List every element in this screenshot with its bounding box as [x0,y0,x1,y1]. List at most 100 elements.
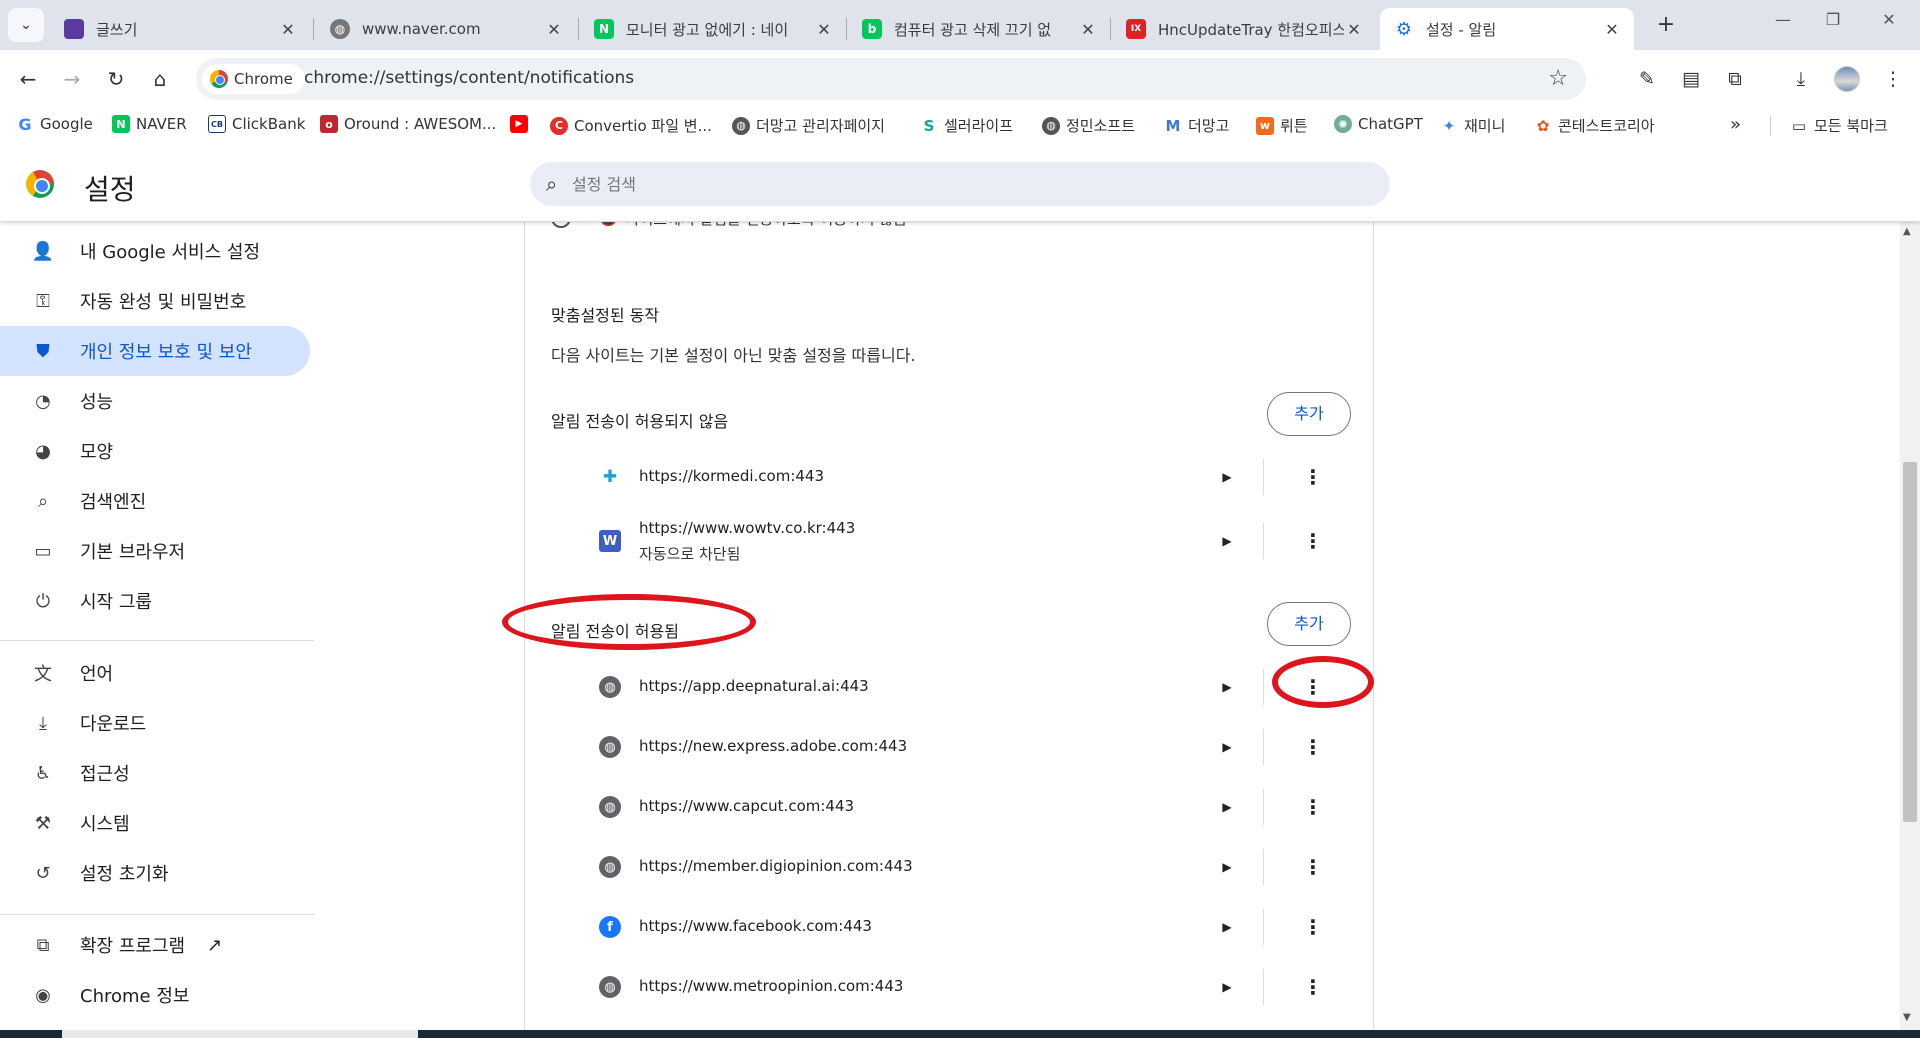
more-actions-icon[interactable]: ⋮ [1297,911,1329,943]
taskbar-active-app[interactable] [62,1030,418,1038]
more-actions-icon[interactable]: ⋮ [1297,731,1329,763]
site-row-allowed[interactable]: ◍ https://www.metroopinion.com:443 ▶ ⋮ [525,958,1373,1016]
chevron-right-icon[interactable]: ▶ [1217,917,1237,937]
sidebar-item-about-chrome[interactable]: ◉ Chrome 정보 [0,970,310,1020]
close-icon[interactable]: ✕ [544,20,564,39]
close-window-button[interactable]: ✕ [1866,10,1912,38]
scrollbar-thumb[interactable] [1903,462,1917,822]
sidebar-item-extensions[interactable]: ⧉ 확장 프로그램 ↗ [0,920,310,970]
chevron-right-icon[interactable]: ▶ [1217,977,1237,997]
star-icon[interactable]: ☆ [1548,66,1568,91]
more-actions-icon[interactable]: ⋮ [1297,791,1329,823]
reading-list-icon[interactable]: ▤ [1676,64,1706,94]
site-row-blocked[interactable]: ✚ https://kormedi.com:443 ▶ ⋮ [525,448,1373,506]
sidebar-item-on-startup[interactable]: ⏻ 시작 그룹 [0,576,310,626]
site-row-allowed[interactable]: ◍ https://app.deepnatural.ai:443 ▶ ⋮ [525,658,1373,716]
bookmark-jeongminsoft[interactable]: ◍ 정민소프트 [1042,115,1135,136]
address-bar[interactable]: Chrome chrome://settings/content/notific… [196,58,1586,100]
more-actions-icon[interactable]: ⋮ [1297,461,1329,493]
sidebar-item-search-engine[interactable]: ⌕ 검색엔진 [0,476,310,526]
all-bookmarks-button[interactable]: ▭ 모든 북마크 [1790,115,1888,136]
add-blocked-site-button[interactable]: 추가 [1267,392,1351,436]
extensions-icon[interactable]: ⧉ [1720,64,1750,94]
site-row-allowed[interactable]: ◍ https://member.digiopinion.com:443 ▶ ⋮ [525,838,1373,896]
home-button[interactable]: ⌂ [144,64,176,96]
tab-5-active[interactable]: ⚙ 설정 - 알림 ✕ [1380,8,1634,50]
sidebar-item-system[interactable]: ⚒ 시스템 [0,798,310,848]
site-info-chip[interactable]: Chrome [202,64,305,94]
kormedi-icon: ✚ [602,467,618,487]
close-icon[interactable]: ✕ [1344,20,1364,39]
more-actions-icon[interactable]: ⋮ [1297,525,1329,557]
site-row-allowed[interactable]: ◍ https://www.capcut.com:443 ▶ ⋮ [525,778,1373,836]
chevron-right-icon[interactable]: ▶ [1217,857,1237,877]
url-text[interactable]: chrome://settings/content/notifications [304,68,634,88]
sidebar-item-reset[interactable]: ↺ 설정 초기화 [0,848,310,898]
bookmark-clickbank[interactable]: CB ClickBank [208,115,305,133]
scroll-up-icon[interactable]: ▲ [1903,226,1911,237]
tab-2[interactable]: N 모니터 광고 없에기 : 네이 ✕ [580,8,846,50]
restore-button[interactable]: ❐ [1810,10,1856,38]
search-input[interactable] [572,172,1352,196]
close-icon[interactable]: ✕ [1602,20,1622,39]
bookmark-themango-admin[interactable]: ◍ 더망고 관리자페이지 [732,115,885,136]
pen-icon[interactable]: ✎ [1632,64,1662,94]
sidebar-item-accessibility[interactable]: ♿ 접근성 [0,748,310,798]
minimize-button[interactable]: — [1760,10,1806,38]
more-vert-icon[interactable]: ⋮ [1878,64,1908,94]
bookmark-google[interactable]: G Google [16,115,92,134]
site-row-blocked[interactable]: W https://www.wowtv.co.kr:443 자동으로 차단됨 ▶… [525,506,1373,576]
bookmark-naver[interactable]: N NAVER [112,115,187,133]
scroll-down-icon[interactable]: ▼ [1903,1012,1911,1023]
sidebar-item-autofill[interactable]: ⚿ 자동 완성 및 비밀번호 [0,276,310,326]
chevron-right-icon[interactable]: ▶ [1217,677,1237,697]
new-tab-button[interactable]: + [1652,12,1680,40]
contestkorea-icon: ✿ [1536,116,1550,135]
tab-3[interactable]: b 컴퓨터 광고 삭제 끄기 없 ✕ [848,8,1110,50]
more-actions-icon[interactable]: ⋮ [1297,971,1329,1003]
bookmark-wrtn[interactable]: w 뤼튼 [1256,115,1308,136]
tab-4[interactable]: IX HncUpdateTray 한컴오피스 ✕ [1112,8,1376,50]
sidebar-item-performance[interactable]: ◔ 성능 [0,376,310,426]
bookmark-oround[interactable]: o Oround : AWESOM... [320,115,496,133]
site-row-allowed[interactable]: ◍ https://new.express.adobe.com:443 ▶ ⋮ [525,718,1373,776]
bookmark-convertio[interactable]: C Convertio 파일 변... [550,115,712,136]
chevron-right-icon[interactable]: ▶ [1217,737,1237,757]
site-url: https://www.metroopinion.com:443 [639,977,904,995]
bookmark-chatgpt[interactable]: ✺ ChatGPT [1334,115,1423,133]
chevron-right-icon[interactable]: ▶ [1217,467,1237,487]
more-bookmarks-button[interactable]: » [1730,114,1741,135]
forward-button[interactable]: → [56,64,88,96]
tab-search-button[interactable]: ⌄ [8,8,44,42]
avatar[interactable] [1834,66,1860,92]
sidebar-item-default-browser[interactable]: ▭ 기본 브라우저 [0,526,310,576]
chevron-right-icon[interactable]: ▶ [1217,531,1237,551]
tab-title: HncUpdateTray 한컴오피스 [1158,20,1344,39]
close-icon[interactable]: ✕ [814,20,834,39]
sidebar-item-downloads[interactable]: ⤓ 다운로드 [0,698,310,748]
bookmark-contestkorea[interactable]: ✿ 콘테스트코리아 [1534,115,1655,136]
download-icon[interactable]: ⤓ [1786,64,1816,94]
sidebar-item-privacy[interactable]: ⛊ 개인 정보 보호 및 보안 [0,326,310,376]
bookmark-youtube[interactable]: ▶ [510,115,534,133]
tab-1[interactable]: ◍ www.naver.com ✕ [316,8,576,50]
settings-search[interactable]: ⌕ [530,162,1390,206]
bookmark-themango[interactable]: M 더망고 [1164,115,1230,136]
chevron-right-icon[interactable]: ▶ [1217,797,1237,817]
add-allowed-site-button[interactable]: 추가 [1267,602,1351,646]
site-row-allowed[interactable]: f https://www.facebook.com:443 ▶ ⋮ [525,898,1373,956]
bookmark-gemini[interactable]: ✦ 재미니 [1440,115,1506,136]
sidebar-item-appearance[interactable]: ◕ 모양 [0,426,310,476]
more-actions-icon[interactable]: ⋮ [1297,851,1329,883]
sidebar-item-languages[interactable]: 文 언어 [0,648,310,698]
sidebar-item-google-services[interactable]: 👤 내 Google 서비스 설정 [0,226,310,276]
row-separator [1263,729,1264,765]
back-button[interactable]: ← [12,64,44,96]
tab-0[interactable]: 글쓰기 ✕ [50,8,310,50]
close-icon[interactable]: ✕ [1078,20,1098,39]
reload-button[interactable]: ↻ [100,64,132,96]
more-actions-icon[interactable]: ⋮ [1297,671,1329,703]
close-icon[interactable]: ✕ [278,20,298,39]
bookmark-sellerlife[interactable]: S 셀러라이프 [920,115,1013,136]
row-separator [1263,849,1264,885]
